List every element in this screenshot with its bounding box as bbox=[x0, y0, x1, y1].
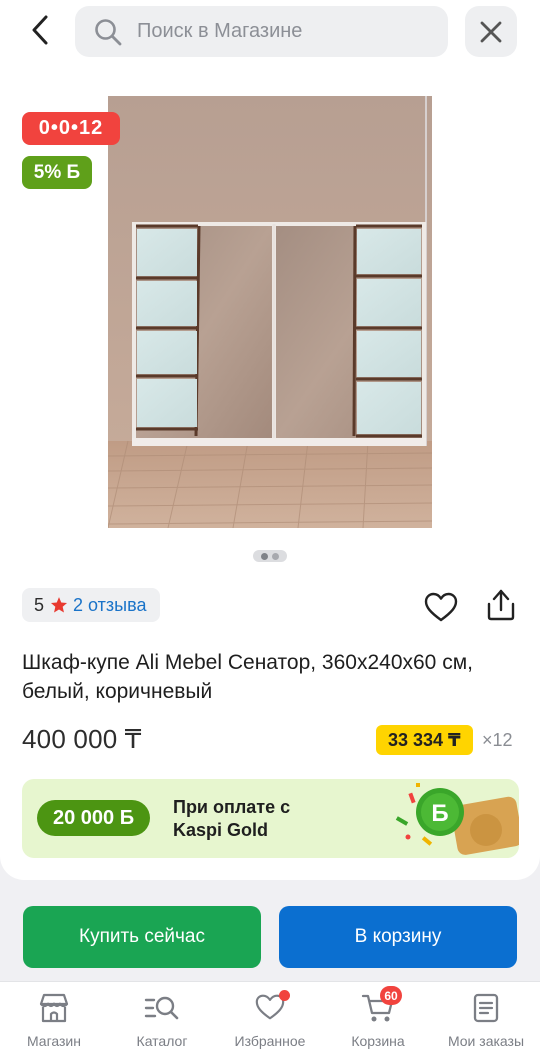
top-bar: Поиск в Магазине bbox=[0, 0, 540, 64]
nav-store[interactable]: Магазин bbox=[0, 982, 108, 1053]
nav-cart[interactable]: 60 Корзина bbox=[324, 982, 432, 1053]
nav-label-favorites: Избранное bbox=[234, 1033, 306, 1049]
buy-now-button[interactable]: Купить сейчас bbox=[23, 906, 261, 968]
rating-chip[interactable]: 5 2 отзыва bbox=[22, 588, 161, 622]
installment-price-badge[interactable]: 33 334 ₸ bbox=[376, 725, 473, 755]
promo-text: При оплате с Kaspi Gold bbox=[173, 796, 290, 842]
promo-bonus-amount: 20 000 Б bbox=[37, 800, 151, 836]
orders-icon bbox=[473, 993, 499, 1023]
search-input[interactable]: Поиск в Магазине bbox=[75, 6, 448, 57]
product-image[interactable] bbox=[108, 96, 432, 528]
favorites-indicator-dot bbox=[279, 990, 290, 1001]
reviews-link[interactable]: 2 отзыва bbox=[73, 595, 146, 616]
close-icon bbox=[480, 21, 502, 42]
wardrobe-photo bbox=[108, 96, 432, 528]
nav-label-catalog: Каталог bbox=[136, 1033, 188, 1049]
share-icon bbox=[487, 589, 515, 621]
store-icon bbox=[39, 993, 69, 1023]
flash-timer-badge: 0•0•12 bbox=[22, 112, 120, 145]
svg-text:Б: Б bbox=[431, 800, 448, 827]
nav-favorites[interactable]: Избранное bbox=[216, 982, 324, 1053]
back-button[interactable] bbox=[22, 12, 58, 48]
pager-dot-active bbox=[261, 552, 268, 560]
heart-icon bbox=[424, 592, 458, 622]
share-button[interactable] bbox=[484, 588, 518, 622]
kaspi-gold-promo[interactable]: 20 000 Б При оплате с Kaspi Gold Б bbox=[22, 779, 519, 858]
search-icon bbox=[95, 18, 122, 45]
nav-label-store: Магазин bbox=[26, 1033, 81, 1049]
search-placeholder: Поиск в Магазине bbox=[137, 20, 303, 42]
bottom-nav: Магазин Каталог Избранное 60 Корзина Мои… bbox=[0, 981, 540, 1053]
promo-line-1: При оплате с bbox=[173, 797, 291, 817]
image-pager bbox=[253, 550, 287, 562]
nav-label-orders: Мои заказы bbox=[447, 1033, 525, 1049]
nav-label-cart: Корзина bbox=[351, 1033, 405, 1049]
installment-months: ×12 bbox=[482, 730, 513, 750]
close-button[interactable] bbox=[465, 6, 517, 57]
bonus-percent-badge: 5% Б bbox=[22, 156, 92, 189]
promo-line-2: Kaspi Gold bbox=[173, 820, 269, 840]
cart-count-badge: 60 bbox=[380, 986, 402, 1005]
product-title: Шкаф-купе Ali Mebel Сенатор, 360x240x60 … bbox=[22, 651, 473, 703]
rating-score: 5 bbox=[34, 594, 45, 615]
add-to-cart-button[interactable]: В корзину bbox=[279, 906, 517, 968]
pager-dot bbox=[272, 552, 279, 560]
star-icon bbox=[50, 597, 68, 613]
kaspi-gold-card-icon: Б bbox=[395, 783, 519, 855]
product-card: 0•0•12 5% Б 5 2 отзыва Шкаф-купе Ali Meb… bbox=[0, 64, 540, 880]
product-price: 400 000 ₸ bbox=[22, 724, 142, 754]
nav-catalog[interactable]: Каталог bbox=[108, 982, 216, 1053]
nav-orders[interactable]: Мои заказы bbox=[432, 982, 540, 1053]
chevron-left-icon bbox=[32, 15, 48, 45]
catalog-search-icon bbox=[144, 996, 179, 1020]
favorite-button[interactable] bbox=[424, 592, 458, 622]
